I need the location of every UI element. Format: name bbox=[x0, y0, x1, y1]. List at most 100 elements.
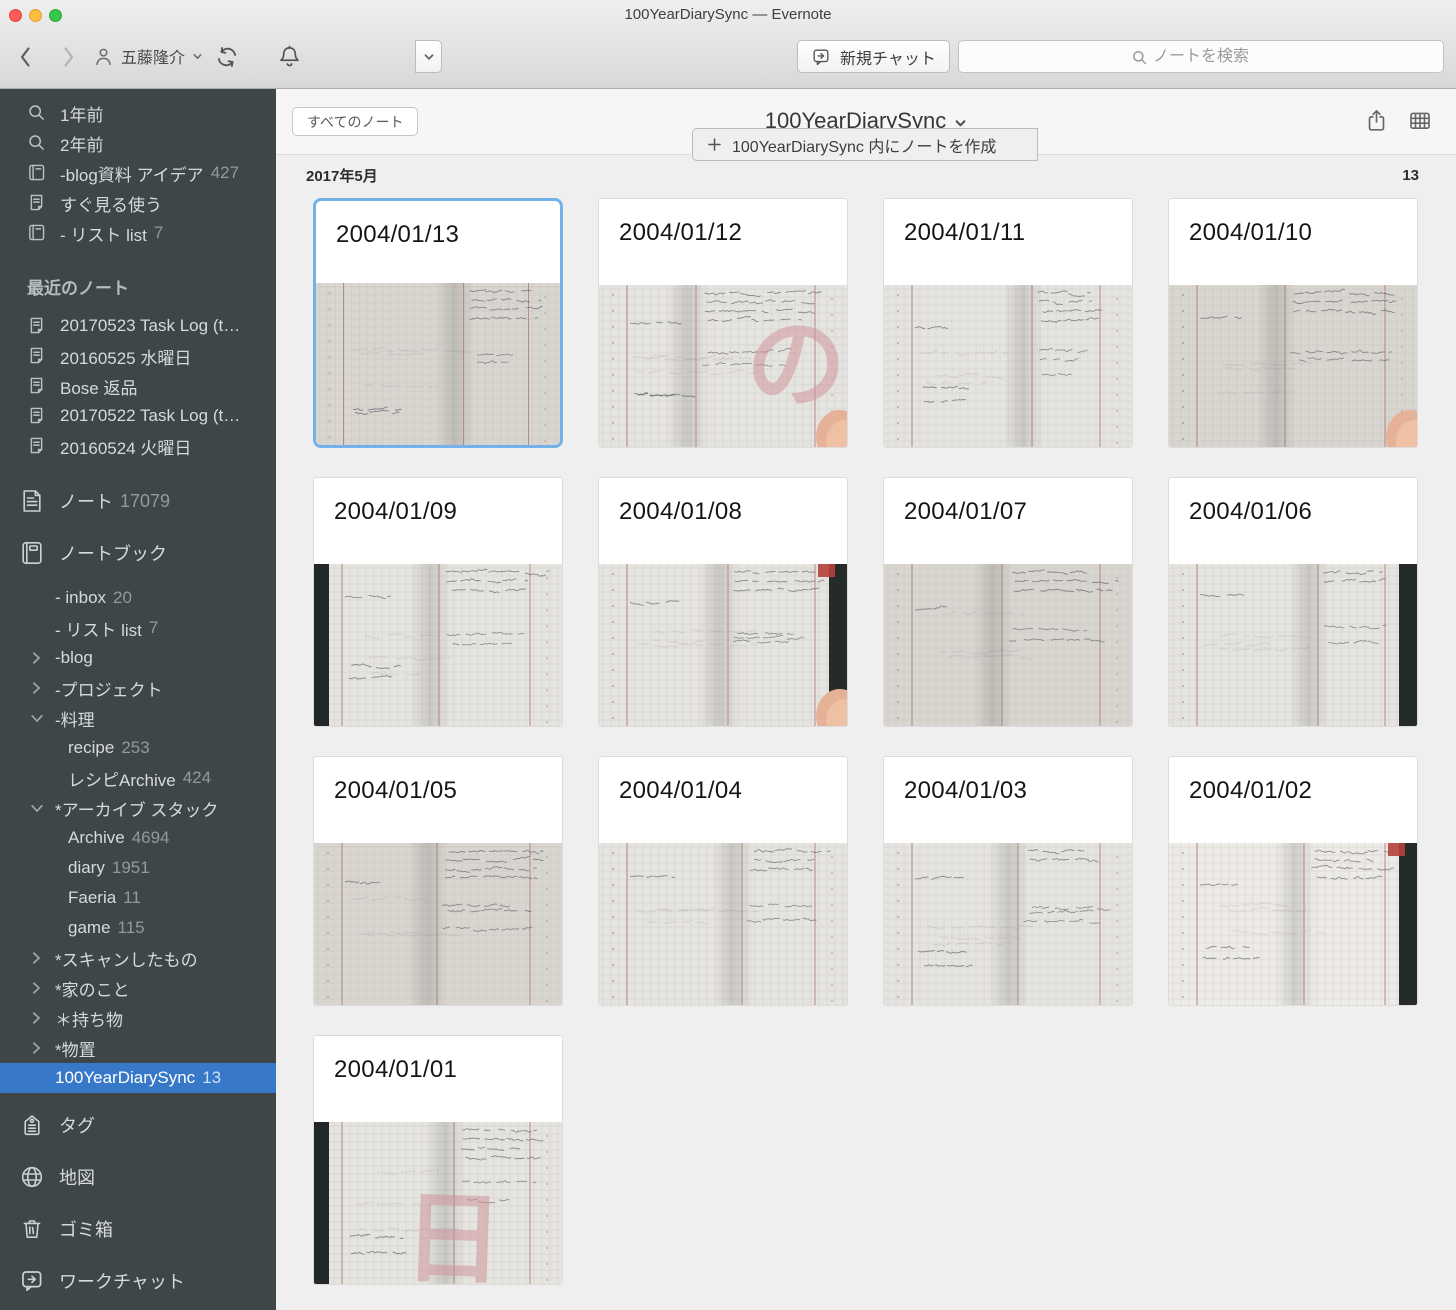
new-note-split-button: 100YearDiarySync 内にノートを作成 bbox=[416, 40, 442, 73]
note-card[interactable]: 2004/01/02 bbox=[1168, 756, 1418, 1006]
recent-note-item[interactable]: 20160525 水曜日 bbox=[0, 341, 276, 371]
notifications-button[interactable] bbox=[277, 44, 302, 69]
share-button[interactable] bbox=[1364, 108, 1389, 133]
user-icon bbox=[93, 46, 114, 67]
notebook-tree-item[interactable]: ＊持ち物 bbox=[0, 1003, 276, 1033]
note-thumbnail-photo bbox=[599, 843, 847, 1005]
sidebar-shortcut-item[interactable]: 2年前 bbox=[0, 128, 276, 158]
new-note-button[interactable]: 100YearDiarySync 内にノートを作成 bbox=[692, 128, 1038, 161]
window-title: 100YearDiarySync — Evernote bbox=[200, 6, 1256, 23]
minimize-button[interactable] bbox=[29, 9, 42, 22]
note-card[interactable]: 2004/01/05 bbox=[313, 756, 563, 1006]
note-card-grid: 2004/01/13 2004/01/12 の 2004/01/11 2004/… bbox=[276, 195, 1456, 1285]
chevron-down-icon[interactable] bbox=[30, 802, 55, 814]
note-card[interactable]: 2004/01/07 bbox=[883, 477, 1133, 727]
chevron-right-icon[interactable] bbox=[30, 1041, 55, 1055]
notebook-tree-item[interactable]: game 115 bbox=[0, 913, 276, 943]
forward-button[interactable] bbox=[60, 45, 77, 69]
sync-button[interactable] bbox=[214, 44, 240, 70]
chevron-down-icon bbox=[192, 51, 203, 62]
notebook-tree-item[interactable]: *物置 bbox=[0, 1033, 276, 1063]
back-button[interactable] bbox=[17, 45, 34, 69]
note-thumbnail-photo bbox=[1169, 564, 1417, 726]
search-icon bbox=[1131, 49, 1148, 66]
note-card[interactable]: 2004/01/10 bbox=[1168, 198, 1418, 448]
chevron-down-icon[interactable] bbox=[30, 712, 55, 724]
new-note-dropdown-button[interactable] bbox=[415, 40, 442, 73]
sidebar-shortcut-item[interactable]: 1年前 bbox=[0, 98, 276, 128]
sidebar-item-workchat[interactable]: ワークチャット bbox=[0, 1255, 276, 1307]
note-card[interactable]: 2004/01/06 bbox=[1168, 477, 1418, 727]
new-chat-button[interactable]: 新規チャット bbox=[797, 40, 950, 73]
notebook-tree-item[interactable]: *アーカイブ スタック bbox=[0, 793, 276, 823]
all-notes-button[interactable]: すべてのノート bbox=[292, 107, 418, 136]
notebook-tree-item[interactable]: -プロジェクト bbox=[0, 673, 276, 703]
library-list: ノート 17079 ノートブック bbox=[0, 475, 276, 579]
chevron-right-icon[interactable] bbox=[30, 651, 55, 665]
window-controls bbox=[9, 9, 62, 22]
notebook-tree-item[interactable]: -blog bbox=[0, 643, 276, 673]
recent-note-item[interactable]: 20170523 Task Log (t… bbox=[0, 311, 276, 341]
note-icon bbox=[27, 193, 47, 213]
sidebar-shortcut-item[interactable]: すぐ見る使う bbox=[0, 188, 276, 218]
notebook-tree-item[interactable]: - inbox 20 bbox=[0, 583, 276, 613]
zoom-button[interactable] bbox=[49, 9, 62, 22]
sidebar-item-tags[interactable]: タグ bbox=[0, 1099, 276, 1151]
recent-note-item[interactable]: 20160524 火曜日 bbox=[0, 431, 276, 461]
date-group-row: 2017年5月 13 bbox=[276, 155, 1456, 195]
note-card-selected[interactable]: 2004/01/13 bbox=[313, 198, 563, 448]
chevron-right-icon[interactable] bbox=[30, 1011, 55, 1025]
search-icon bbox=[27, 103, 47, 123]
notebook-icon bbox=[27, 223, 47, 243]
chevron-left-icon bbox=[17, 45, 34, 69]
sidebar-shortcut-item[interactable]: - リスト list 7 bbox=[0, 218, 276, 248]
chevron-right-icon[interactable] bbox=[30, 981, 55, 995]
note-thumbnail-photo bbox=[599, 564, 847, 726]
notebook-tree-item[interactable]: Faeria 11 bbox=[0, 883, 276, 913]
notebook-tree-item[interactable]: レシピArchive 424 bbox=[0, 763, 276, 793]
notebook-tree-item[interactable]: Archive 4694 bbox=[0, 823, 276, 853]
notebook-tree-item[interactable]: recipe 253 bbox=[0, 733, 276, 763]
notebook-tree-item-selected[interactable]: 100YearDiarySync 13 bbox=[0, 1063, 276, 1093]
chat-icon bbox=[811, 47, 831, 67]
sidebar-item-notebooks[interactable]: ノートブック bbox=[0, 527, 276, 579]
grid-view-button[interactable] bbox=[1407, 108, 1433, 134]
plus-icon bbox=[706, 136, 723, 153]
sidebar-item-map[interactable]: 地図 bbox=[0, 1151, 276, 1203]
note-card[interactable]: 2004/01/03 bbox=[883, 756, 1133, 1006]
note-card[interactable]: 2004/01/04 bbox=[598, 756, 848, 1006]
notebook-tree-item[interactable]: *スキャンしたもの bbox=[0, 943, 276, 973]
shortcut-list: 1年前 2年前 -blog資料 アイデア 427 すぐ見る使う - リスト li… bbox=[0, 98, 276, 248]
notebook-tree-item[interactable]: - リスト list 7 bbox=[0, 613, 276, 643]
notebook-tree-item[interactable]: -料理 bbox=[0, 703, 276, 733]
note-thumbnail-photo bbox=[314, 564, 562, 726]
note-thumbnail-photo: 日 bbox=[314, 1122, 562, 1284]
chevron-right-icon[interactable] bbox=[30, 951, 55, 965]
sidebar-item-trash[interactable]: ゴミ箱 bbox=[0, 1203, 276, 1255]
note-card[interactable]: 2004/01/01 日 bbox=[313, 1035, 563, 1285]
sidebar-item-notes[interactable]: ノート 17079 bbox=[0, 475, 276, 527]
note-card[interactable]: 2004/01/08 bbox=[598, 477, 848, 727]
search-input[interactable] bbox=[959, 47, 1443, 67]
account-name: 五藤隆介 bbox=[121, 44, 185, 68]
close-button[interactable] bbox=[9, 9, 22, 22]
note-count: 13 bbox=[1402, 167, 1419, 184]
note-card[interactable]: 2004/01/12 の bbox=[598, 198, 848, 448]
note-card[interactable]: 2004/01/09 bbox=[313, 477, 563, 727]
note-thumbnail-photo: の bbox=[599, 285, 847, 447]
recent-note-item[interactable]: Bose 返品 bbox=[0, 371, 276, 401]
account-menu[interactable]: 五藤隆介 bbox=[93, 44, 203, 68]
note-thumbnail-photo bbox=[884, 843, 1132, 1005]
trash-icon bbox=[19, 1216, 45, 1242]
note-card[interactable]: 2004/01/11 bbox=[883, 198, 1133, 448]
notebook-tree-item[interactable]: diary 1951 bbox=[0, 853, 276, 883]
note-icon bbox=[27, 346, 47, 366]
sidebar-shortcut-item[interactable]: -blog資料 アイデア 427 bbox=[0, 158, 276, 188]
notebook-tree-item[interactable]: *家のこと bbox=[0, 973, 276, 1003]
recent-note-item[interactable]: 20170522 Task Log (t… bbox=[0, 401, 276, 431]
note-thumbnail-photo bbox=[1169, 843, 1417, 1005]
chevron-right-icon[interactable] bbox=[30, 681, 55, 695]
workchat-icon bbox=[19, 1268, 45, 1294]
search-field bbox=[958, 40, 1444, 73]
note-icon bbox=[27, 316, 47, 336]
